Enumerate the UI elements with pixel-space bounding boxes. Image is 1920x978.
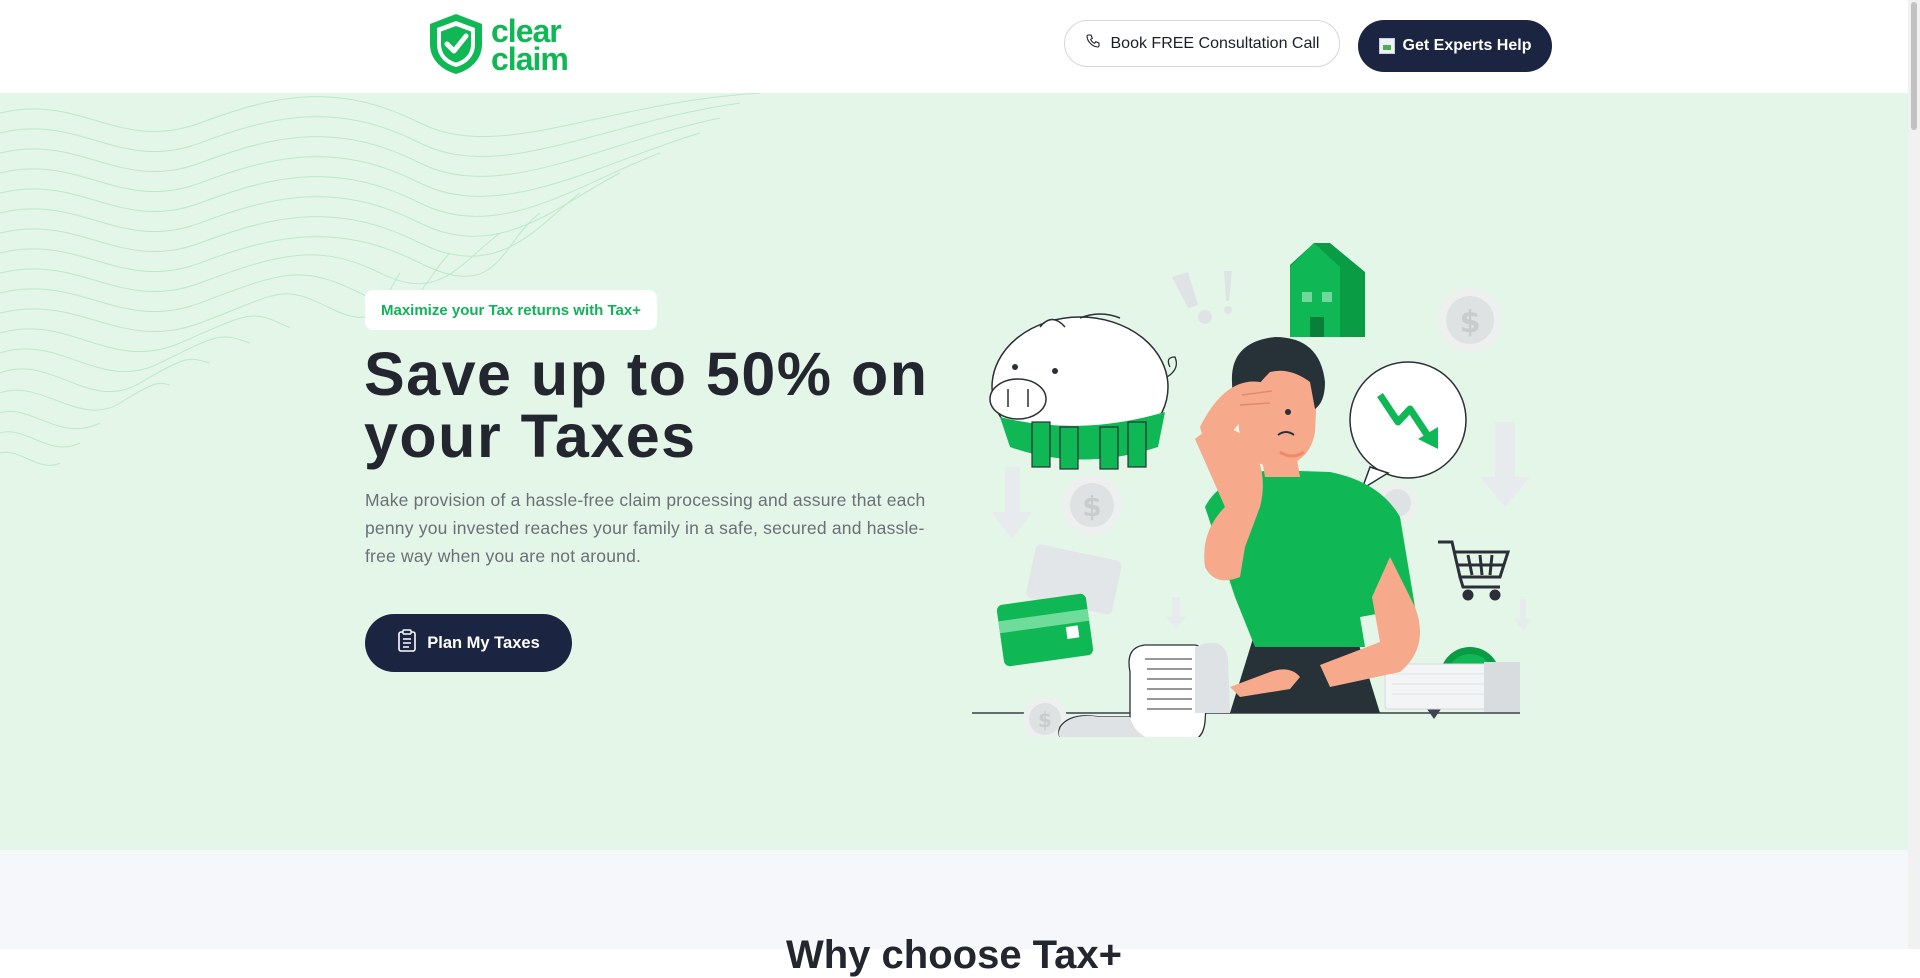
logo[interactable]: clear claim xyxy=(427,12,569,81)
phone-icon xyxy=(1085,33,1101,54)
stressed-man-with-bills-illustration: $ $ $ $ xyxy=(972,243,1532,737)
hero-badge: Maximize your Tax returns with Tax+ xyxy=(365,290,657,330)
plan-my-taxes-label: Plan My Taxes xyxy=(427,633,540,652)
svg-text:$: $ xyxy=(1082,490,1101,523)
falling-trend-bubble xyxy=(1349,361,1467,491)
broken-image-icon xyxy=(1378,38,1395,54)
page-scrollbar[interactable] xyxy=(1908,0,1920,949)
credit-card-icon xyxy=(996,544,1122,667)
house-icon xyxy=(1290,243,1365,337)
logo-word-claim: claim xyxy=(491,41,569,77)
book-consultation-label: Book FREE Consultation Call xyxy=(1110,34,1320,52)
svg-text:$: $ xyxy=(1038,708,1052,732)
scrollbar-thumb[interactable] xyxy=(1911,2,1917,130)
why-choose-section: Why choose Tax+ xyxy=(0,850,1908,977)
get-experts-help-button[interactable]: Get Experts Help xyxy=(1358,20,1552,72)
hero-description: Make provision of a hassle-free claim pr… xyxy=(365,490,926,566)
hero-title: Save up to 50% on your Taxes xyxy=(364,340,929,470)
document-list-icon xyxy=(397,628,417,658)
svg-text:$: $ xyxy=(1460,305,1481,340)
shopping-cart-icon xyxy=(1438,540,1511,601)
why-choose-heading: Why choose Tax+ xyxy=(785,933,1122,977)
piggy-bank-icon xyxy=(989,313,1178,470)
shield-check-icon xyxy=(427,12,485,81)
book-consultation-button[interactable]: Book FREE Consultation Call xyxy=(1064,20,1340,67)
site-header: clear claim Book FREE Consultation Call … xyxy=(0,0,1908,93)
get-experts-help-label: Get Experts Help xyxy=(1402,37,1532,54)
hero-section: Maximize your Tax returns with Tax+ Save… xyxy=(0,93,1908,850)
logo-text: clear claim xyxy=(491,16,569,77)
plan-my-taxes-button[interactable]: Plan My Taxes xyxy=(365,614,572,672)
